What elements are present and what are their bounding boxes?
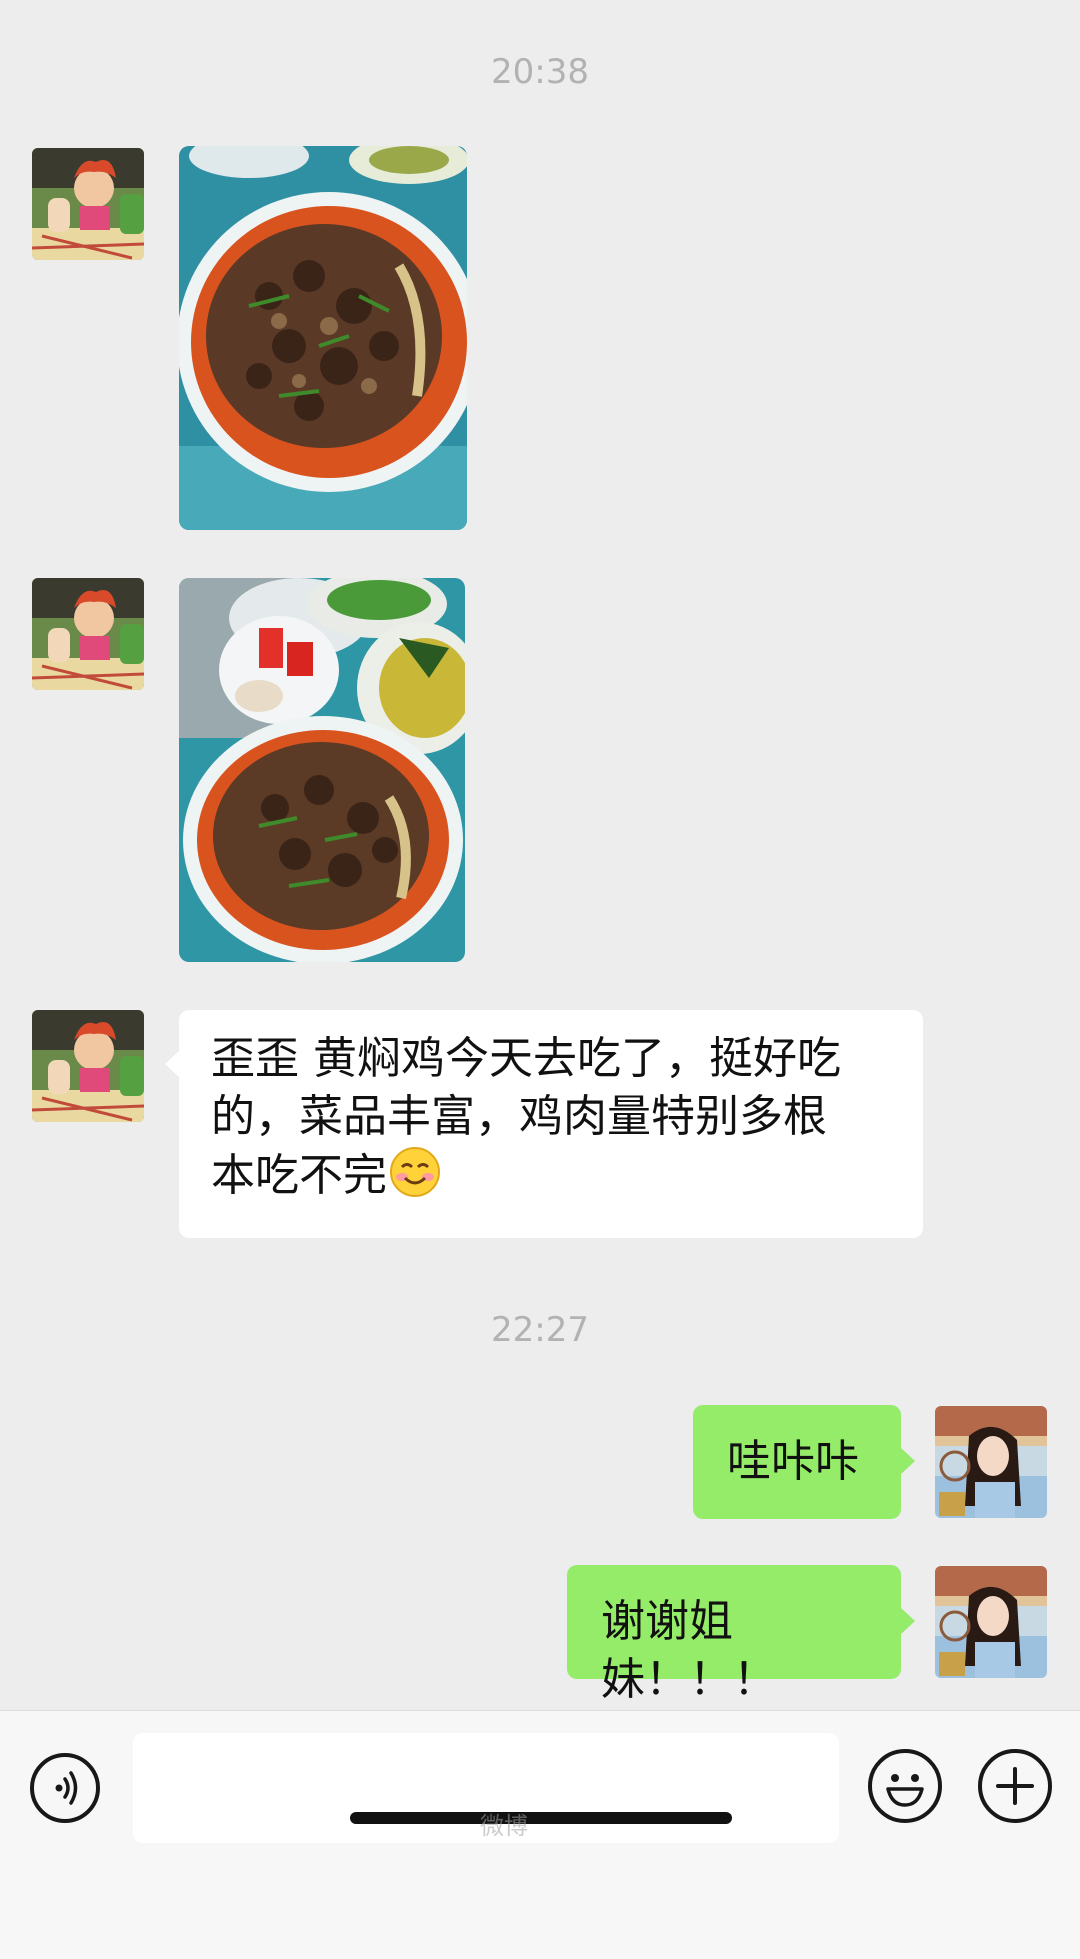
my-avatar[interactable]	[935, 1406, 1047, 1518]
voice-button[interactable]	[30, 1753, 100, 1823]
contact-avatar[interactable]	[32, 1010, 144, 1122]
photo-message-2[interactable]	[179, 578, 465, 962]
message-text: 哇咔咔	[727, 1436, 859, 1487]
chat-area: 20:38 歪歪 黄焖鸡今天去吃了，挺好吃 的，菜品丰富，鸡肉量特别多根 本吃不…	[0, 0, 1080, 1710]
food-photo-icon	[179, 146, 467, 530]
plus-icon	[996, 1767, 1034, 1805]
message-bubble-me[interactable]: 哇咔咔	[693, 1405, 915, 1519]
watermark: 微博	[480, 1812, 528, 1840]
emoji-icon	[886, 1774, 924, 1807]
message-line: 本吃不完	[211, 1150, 387, 1201]
input-bar	[0, 1710, 1080, 1959]
smiling-face-emoji-icon	[390, 1147, 440, 1197]
plus-button[interactable]	[978, 1749, 1052, 1823]
food-photo-icon	[179, 578, 465, 962]
contact-avatar[interactable]	[32, 578, 144, 690]
message-line: 歪歪 黄焖鸡今天去吃了，挺好吃	[211, 1033, 841, 1084]
my-avatar[interactable]	[935, 1566, 1047, 1678]
home-indicator[interactable]	[350, 1812, 732, 1824]
timestamp-2: 22:27	[491, 1310, 589, 1350]
message-bubble-contact[interactable]: 歪歪 黄焖鸡今天去吃了，挺好吃 的，菜品丰富，鸡肉量特别多根 本吃不完	[165, 1010, 923, 1238]
photo-message-1[interactable]	[179, 146, 467, 530]
timestamp-1: 20:38	[491, 52, 589, 92]
message-line: 的，菜品丰富，鸡肉量特别多根	[211, 1091, 827, 1142]
voice-icon	[55, 1771, 78, 1805]
emoji-button[interactable]	[868, 1749, 942, 1823]
message-bubble-me[interactable]: 谢谢姐妹！！！	[567, 1565, 915, 1705]
contact-avatar[interactable]	[32, 148, 144, 260]
message-text: 谢谢姐妹！！！	[601, 1596, 777, 1705]
